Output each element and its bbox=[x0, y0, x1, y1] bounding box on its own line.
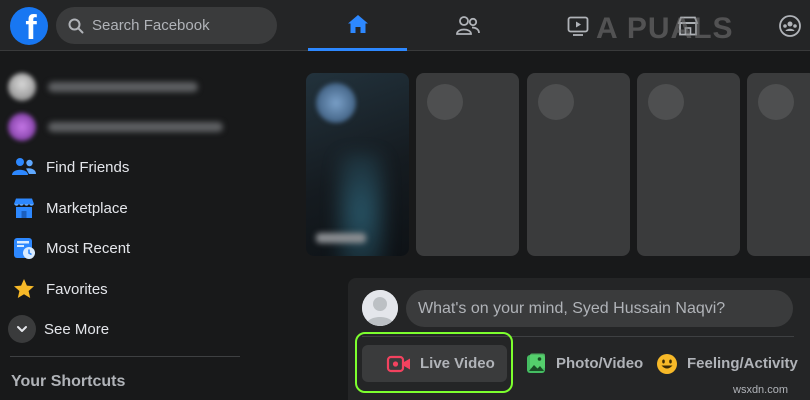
sidebar-item-see-more[interactable]: See More bbox=[8, 309, 240, 349]
home-icon bbox=[347, 15, 368, 33]
friends-icon bbox=[455, 15, 480, 35]
sidebar-item-label: Most Recent bbox=[46, 239, 131, 257]
tab-home[interactable] bbox=[308, 0, 407, 51]
sidebar-item-most-recent[interactable]: Most Recent bbox=[8, 228, 240, 268]
sidebar-item-label: Marketplace bbox=[46, 199, 128, 217]
photo-video-button[interactable]: Photo/Video bbox=[520, 345, 645, 382]
sidebar-item-find-friends[interactable]: Find Friends bbox=[8, 147, 240, 187]
live-video-icon bbox=[386, 355, 410, 372]
story-card-create[interactable] bbox=[306, 73, 409, 256]
tab-friends[interactable] bbox=[418, 0, 517, 51]
blurred-page-name bbox=[48, 122, 223, 132]
left-sidebar: Find Friends Marketplace Most Recent Fav… bbox=[0, 52, 250, 400]
groups-icon bbox=[779, 14, 801, 37]
shortcuts-heading: Your Shortcuts bbox=[11, 373, 126, 390]
sidebar-item-label: Find Friends bbox=[46, 158, 130, 176]
avatar bbox=[8, 73, 36, 101]
photo-icon bbox=[527, 353, 545, 373]
smiley-icon bbox=[657, 353, 677, 374]
friends-icon bbox=[12, 158, 36, 175]
see-more-circle bbox=[8, 315, 36, 343]
story-avatar-placeholder bbox=[648, 84, 684, 120]
facebook-logo[interactable]: f bbox=[10, 7, 48, 45]
story-avatar-placeholder bbox=[427, 84, 463, 120]
photo-video-label: Photo/Video bbox=[556, 355, 644, 372]
watermark-logo: A PUALS bbox=[596, 12, 734, 45]
story-avatar-placeholder bbox=[758, 84, 794, 120]
feeling-activity-label: Feeling/Activity bbox=[687, 355, 798, 372]
live-video-label: Live Video bbox=[420, 355, 495, 372]
sidebar-item-label: Favorites bbox=[46, 280, 108, 298]
sidebar-item-page[interactable] bbox=[8, 107, 240, 147]
feeling-activity-button[interactable]: Feeling/Activity bbox=[655, 345, 805, 382]
search-box[interactable] bbox=[56, 7, 277, 44]
story-card[interactable] bbox=[747, 73, 810, 256]
story-avatar-placeholder bbox=[538, 84, 574, 120]
page-icon bbox=[8, 113, 36, 141]
story-card[interactable] bbox=[637, 73, 740, 256]
sidebar-divider bbox=[10, 356, 240, 357]
blurred-name bbox=[48, 82, 198, 92]
status-input[interactable]: What's on your mind, Syed Hussain Naqvi? bbox=[406, 290, 793, 327]
live-video-button[interactable]: Live Video bbox=[362, 345, 507, 382]
logo-letter: f bbox=[25, 9, 37, 45]
store-icon bbox=[14, 198, 34, 218]
tab-groups[interactable] bbox=[770, 0, 810, 51]
default-user-icon bbox=[362, 290, 398, 326]
story-card[interactable] bbox=[416, 73, 519, 256]
search-input[interactable] bbox=[92, 17, 262, 34]
search-icon bbox=[68, 18, 84, 33]
sidebar-item-marketplace[interactable]: Marketplace bbox=[8, 188, 240, 228]
sidebar-item-favorites[interactable]: Favorites bbox=[8, 269, 240, 309]
story-card[interactable] bbox=[527, 73, 630, 256]
feed-clock-icon bbox=[14, 238, 35, 259]
sidebar-item-profile[interactable] bbox=[8, 67, 240, 107]
star-icon bbox=[14, 279, 34, 298]
avatar[interactable] bbox=[362, 290, 398, 326]
story-caption-blurred bbox=[316, 233, 366, 243]
site-watermark: wsxdn.com bbox=[733, 384, 789, 396]
top-navigation-bar: f Search Facebook A PUALS bbox=[0, 0, 810, 51]
story-avatar bbox=[316, 83, 356, 123]
chevron-down-icon bbox=[17, 326, 27, 332]
video-play-icon bbox=[567, 16, 588, 36]
sidebar-item-label: See More bbox=[44, 320, 110, 338]
